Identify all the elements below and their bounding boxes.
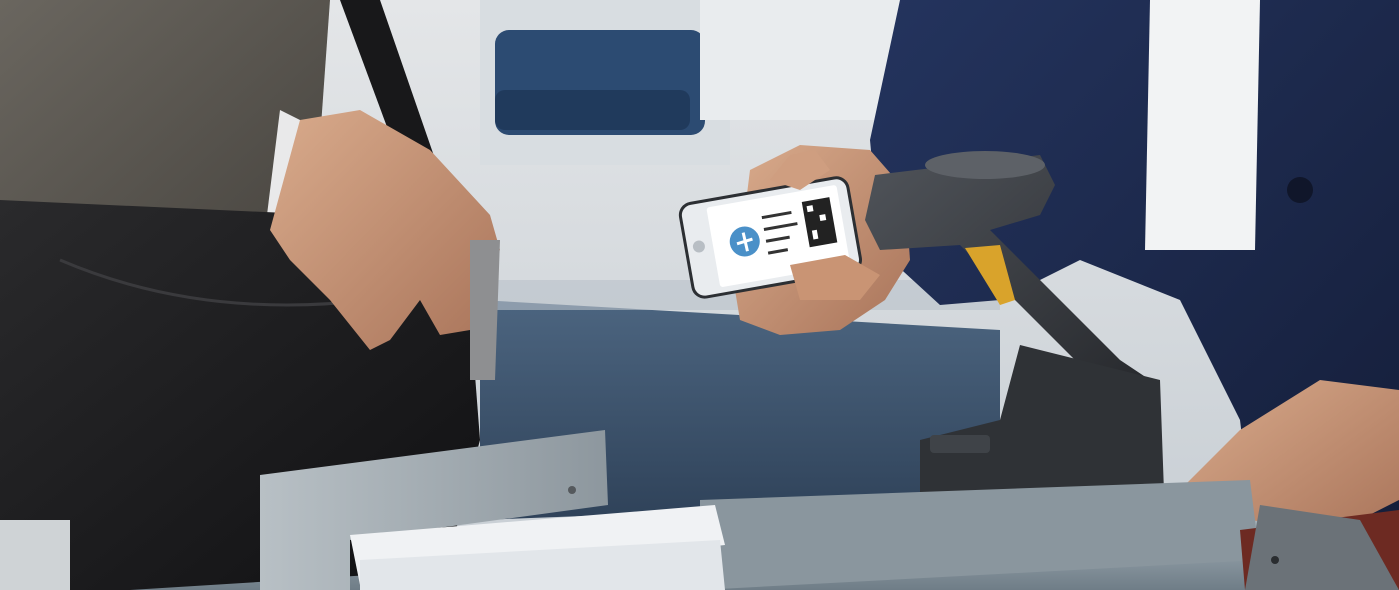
- cradle-label: [930, 435, 990, 453]
- agent-shirt: [1145, 0, 1260, 250]
- scanner-head: [925, 151, 1045, 179]
- qr-block: [806, 205, 814, 213]
- blue-seat-cushion: [495, 90, 690, 130]
- holder-screw: [568, 486, 576, 494]
- left-corner-box: [0, 520, 70, 590]
- device-screw: [1271, 556, 1279, 564]
- photo-scene: [0, 0, 1399, 590]
- scene-illustration: [0, 0, 1399, 590]
- jacket-button: [1287, 177, 1313, 203]
- qr-block: [819, 214, 827, 222]
- bag-clasp: [470, 240, 500, 380]
